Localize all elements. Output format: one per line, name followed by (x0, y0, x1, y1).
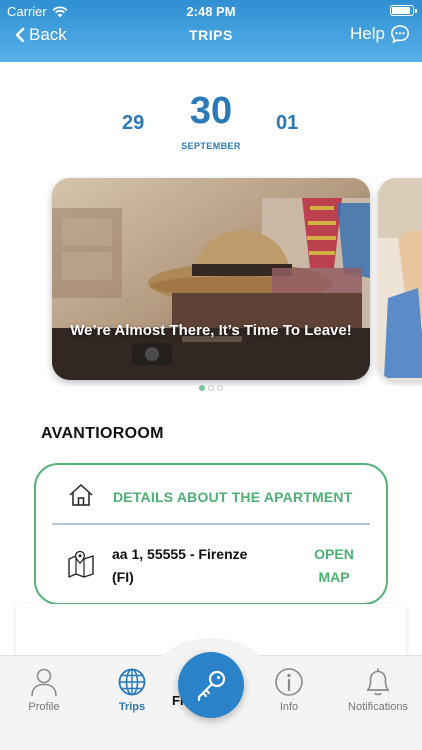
map-pin-icon (68, 550, 94, 578)
header: Carrier 2:48 PM Back TRIPS Help (0, 0, 422, 62)
current-month: SEPTEMBER (181, 141, 241, 151)
tab-trips[interactable]: Trips (97, 667, 167, 713)
property-info-card: DETAILS ABOUT THE APARTMENT aa 1, 55555 … (34, 463, 388, 605)
address-line-2: (FI) (112, 569, 134, 585)
image-carousel[interactable]: We’re Almost There, It’s Time To Leave! (0, 176, 422, 386)
info-icon (275, 668, 303, 696)
travel-photo-preview (378, 178, 422, 380)
tab-notifications[interactable]: Notifications (342, 667, 414, 713)
status-bar: Carrier 2:48 PM (0, 3, 422, 21)
tab-info-label: Info (279, 701, 299, 713)
property-name: AVANTIOROOM (41, 425, 164, 442)
tab-profile-label: Profile (28, 701, 60, 713)
address-line-1: aa 1, 55555 - Firenze (112, 546, 248, 562)
chat-bubble-icon (390, 25, 410, 44)
pagination-dot-active[interactable] (199, 385, 205, 391)
open-map-label-line-2: MAP (318, 569, 350, 585)
apartment-details-row[interactable]: DETAILS ABOUT THE APARTMENT (36, 465, 386, 525)
tab-info[interactable]: Info (254, 667, 324, 713)
divider (52, 523, 370, 525)
navigation-bar: Back TRIPS Help (0, 22, 422, 48)
current-day: 30 (189, 90, 233, 132)
date-selector: 29 30 01 SEPTEMBER (0, 88, 422, 158)
person-icon (31, 668, 57, 697)
globe-icon (118, 668, 146, 696)
house-icon (69, 484, 93, 506)
address-row: aa 1, 55555 - Firenze (FI) OPEN MAP (36, 527, 386, 603)
status-time: 2:48 PM (186, 4, 236, 19)
tab-trips-label: Trips (118, 701, 146, 713)
battery-icon (390, 5, 417, 16)
tab-profile[interactable]: Profile (9, 667, 79, 713)
slide-caption: We’re Almost There, It’s Time To Leave! (70, 322, 352, 339)
tab-notifications-label: Notifications (348, 701, 408, 713)
key-icon (197, 670, 226, 702)
digital-key-button[interactable] (178, 652, 244, 718)
bell-icon (367, 668, 389, 696)
pagination-dot[interactable] (208, 385, 214, 391)
property-address: aa 1, 55555 - Firenze (FI) (112, 543, 272, 589)
open-map-button[interactable]: OPEN MAP (304, 543, 364, 589)
carousel-slide-next[interactable] (378, 178, 422, 380)
carousel-slide-active[interactable]: We’re Almost There, It’s Time To Leave! (52, 178, 370, 380)
help-label: Help (350, 24, 385, 43)
suitcase-hat-photo (52, 178, 370, 380)
carousel-pagination (0, 385, 422, 391)
next-day[interactable]: 01 (276, 112, 298, 135)
help-button[interactable]: Help (350, 24, 410, 44)
apartment-details-label: DETAILS ABOUT THE APARTMENT (113, 489, 353, 505)
open-map-label-line-1: OPEN (314, 546, 354, 562)
pagination-dot[interactable] (217, 385, 223, 391)
